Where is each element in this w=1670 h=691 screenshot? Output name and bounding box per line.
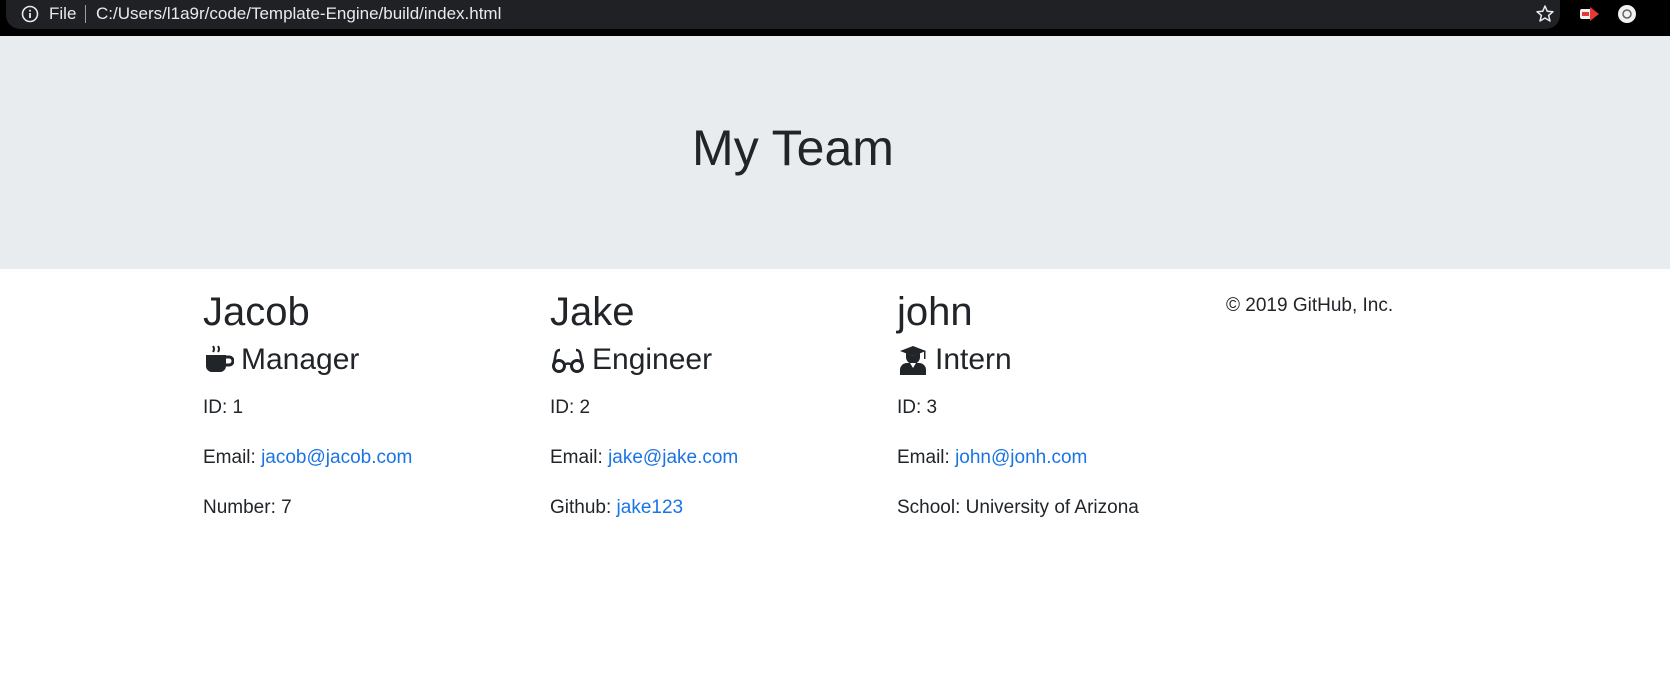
office-number: Number: 7 (203, 497, 292, 518)
github-line: Github: jake123 (550, 496, 683, 520)
coffee-icon (203, 344, 235, 376)
glasses-icon (550, 344, 586, 376)
school-line: School: University of Arizona (897, 497, 1139, 518)
email-link[interactable]: jacob@jacob.com (261, 447, 412, 468)
employee-role: Intern (897, 341, 1227, 379)
address-separator (85, 5, 86, 23)
email-link[interactable]: jake@jake.com (608, 447, 738, 468)
role-label: Intern (935, 343, 1012, 376)
employee-name: Jake (550, 290, 635, 334)
employee-card-manager: Jacob Manager ID: 1 Email: jacob@jacob.c… (203, 288, 533, 518)
employee-name: Jacob (203, 290, 310, 334)
employee-card-engineer: Jake Engineer ID: 2 Email: jake@jake.com… (550, 288, 880, 518)
employee-id: ID: 1 (203, 397, 244, 418)
browser-toolbar: File C:/Users/l1a9r/code/Template-Engine… (0, 0, 1670, 36)
github-link[interactable]: jake123 (617, 497, 684, 518)
role-label: Engineer (592, 343, 713, 376)
copyright-text: © 2019 GitHub, Inc. (1226, 295, 1394, 316)
employee-name: john (897, 290, 973, 334)
employee-id: ID: 3 (897, 397, 938, 418)
address-bar[interactable]: File C:/Users/l1a9r/code/Template-Engine… (6, 0, 1560, 29)
employee-id: ID: 2 (550, 397, 591, 418)
url-text[interactable]: C:/Users/l1a9r/code/Template-Engine/buil… (96, 4, 501, 24)
profile-avatar-icon[interactable] (1617, 4, 1637, 24)
role-label: Manager (241, 343, 360, 376)
employee-role: Engineer (550, 341, 880, 379)
email-label: Email: (897, 447, 956, 468)
email-label: Email: (203, 447, 262, 468)
graduate-icon (897, 344, 929, 376)
employee-card-intern: john Intern ID: 3 Email: john@jonh.com S… (897, 288, 1227, 518)
file-scheme-label: File (49, 4, 77, 23)
page-title: My Team (692, 120, 894, 176)
employee-role: Manager (203, 341, 533, 379)
email-label: Email: (550, 447, 609, 468)
email-link[interactable]: john@jonh.com (955, 447, 1087, 468)
bookmark-star-icon[interactable] (1534, 3, 1556, 25)
employee-email-line: Email: jake@jake.com (550, 446, 738, 470)
github-label: Github: (550, 497, 617, 518)
employee-email-line: Email: jacob@jacob.com (203, 446, 412, 470)
header-jumbotron: My Team (0, 36, 1670, 269)
info-icon[interactable] (20, 4, 40, 24)
employee-email-line: Email: john@jonh.com (897, 446, 1087, 470)
extension-icon[interactable] (1578, 4, 1600, 24)
